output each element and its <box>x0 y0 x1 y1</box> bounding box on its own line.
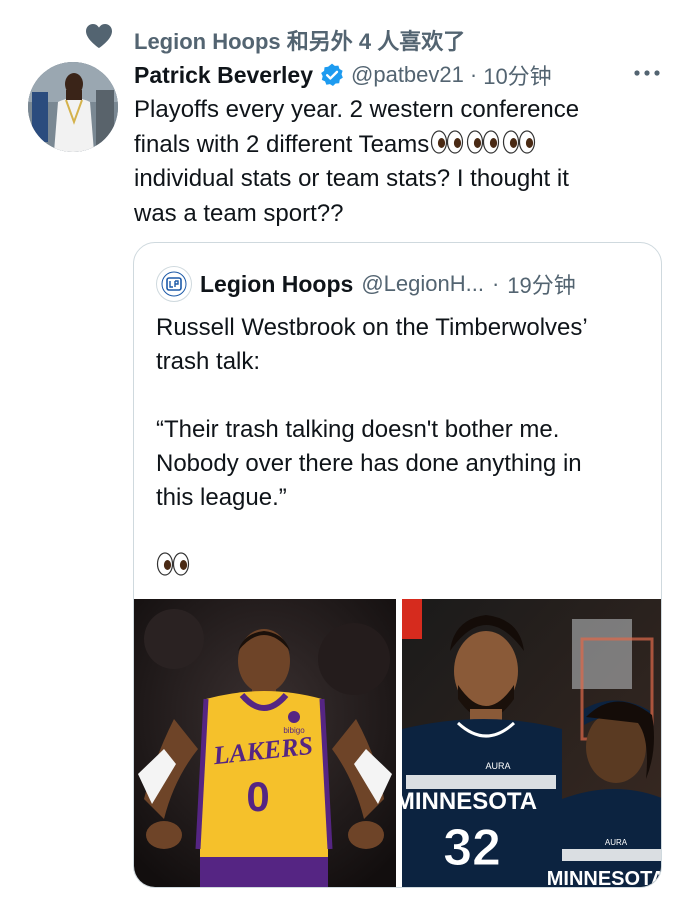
tweet-header: Patrick Beverley @patbev21 · 10分钟 <box>134 58 552 92</box>
tweet-time[interactable]: 10分钟 <box>483 59 551 91</box>
legion-hoops-logo-icon <box>161 271 187 297</box>
quote-text: Russell Westbrook on the Timberwolves’ t… <box>156 311 642 549</box>
second-jersey-team-text: MINNESOTA <box>546 868 662 888</box>
tweet-text-line: was a team sport?? <box>134 199 344 227</box>
tweet-text-fragment: finals with 2 different Teams <box>134 130 430 158</box>
jersey-number-text: 32 <box>443 819 501 877</box>
quote-text-line: “Their trash talking doesn't bother me. <box>156 416 560 443</box>
quote-avatar[interactable] <box>156 266 192 302</box>
social-context-text: Legion Hoops 和另外 4 人喜欢了 <box>134 29 466 54</box>
dot-separator: · <box>491 271 500 296</box>
jersey-number-text: 0 <box>246 773 269 820</box>
media-image-timberwolves[interactable]: AURA MINNESOTA 32 AURA MINNESOTA <box>401 599 662 888</box>
quote-author-handle[interactable]: @LegionH... <box>361 271 484 297</box>
quote-paragraph: “Their trash talking doesn't bother me. … <box>156 413 642 515</box>
avatar-image <box>28 62 118 152</box>
timberwolves-photo: AURA MINNESOTA 32 AURA MINNESOTA <box>401 599 662 888</box>
avatar[interactable] <box>28 62 118 152</box>
quote-paragraph: Russell Westbrook on the Timberwolves’ t… <box>156 311 642 379</box>
media-grid: LAKERS 0 bibigo AURA MINNESOTA 32 AURA M… <box>134 599 662 888</box>
eyes-emoji-icon <box>431 130 464 154</box>
author-name[interactable]: Patrick Beverley <box>134 62 313 89</box>
lakers-photo: LAKERS 0 bibigo <box>134 599 396 887</box>
jersey-brand-text: AURA <box>485 761 510 771</box>
verified-badge-icon <box>321 63 343 87</box>
quote-time[interactable]: 19分钟 <box>507 268 575 300</box>
tweet-text: Playoffs every year. 2 western conferenc… <box>134 93 654 231</box>
quoted-tweet-card[interactable]: Legion Hoops @LegionH... · 19分钟 Russell … <box>133 242 662 888</box>
jersey-team-text: MINNESOTA <box>402 788 537 815</box>
quote-text-line: trash talk: <box>156 348 261 375</box>
eyes-emoji-icon <box>503 130 536 154</box>
tweet-text-line: finals with 2 different Teams <box>134 128 654 163</box>
quote-header: Legion Hoops @LegionH... · 19分钟 <box>156 265 576 303</box>
jersey-patch-text: bibigo <box>283 726 305 735</box>
quote-text-line: Nobody over there has done anything in <box>156 450 582 477</box>
dot-separator: · <box>469 62 478 87</box>
media-image-lakers[interactable]: LAKERS 0 bibigo <box>134 599 396 887</box>
tweet-text-line: individual stats or team stats? I though… <box>134 165 569 192</box>
heart-icon <box>86 24 112 48</box>
jersey-brand-text: AURA <box>604 838 627 847</box>
tweet-text-line: Playoffs every year. 2 western conferenc… <box>134 96 580 123</box>
more-icon[interactable] <box>632 66 662 80</box>
quote-author-name[interactable]: Legion Hoops <box>200 271 353 298</box>
author-handle[interactable]: @patbev21 <box>351 62 464 88</box>
quote-text-line: Russell Westbrook on the Timberwolves’ <box>156 314 588 341</box>
quote-text-line: this league.” <box>156 484 287 511</box>
eyes-emoji-group <box>430 129 536 155</box>
eyes-emoji-icon <box>156 552 190 576</box>
eyes-emoji-icon <box>467 130 500 154</box>
